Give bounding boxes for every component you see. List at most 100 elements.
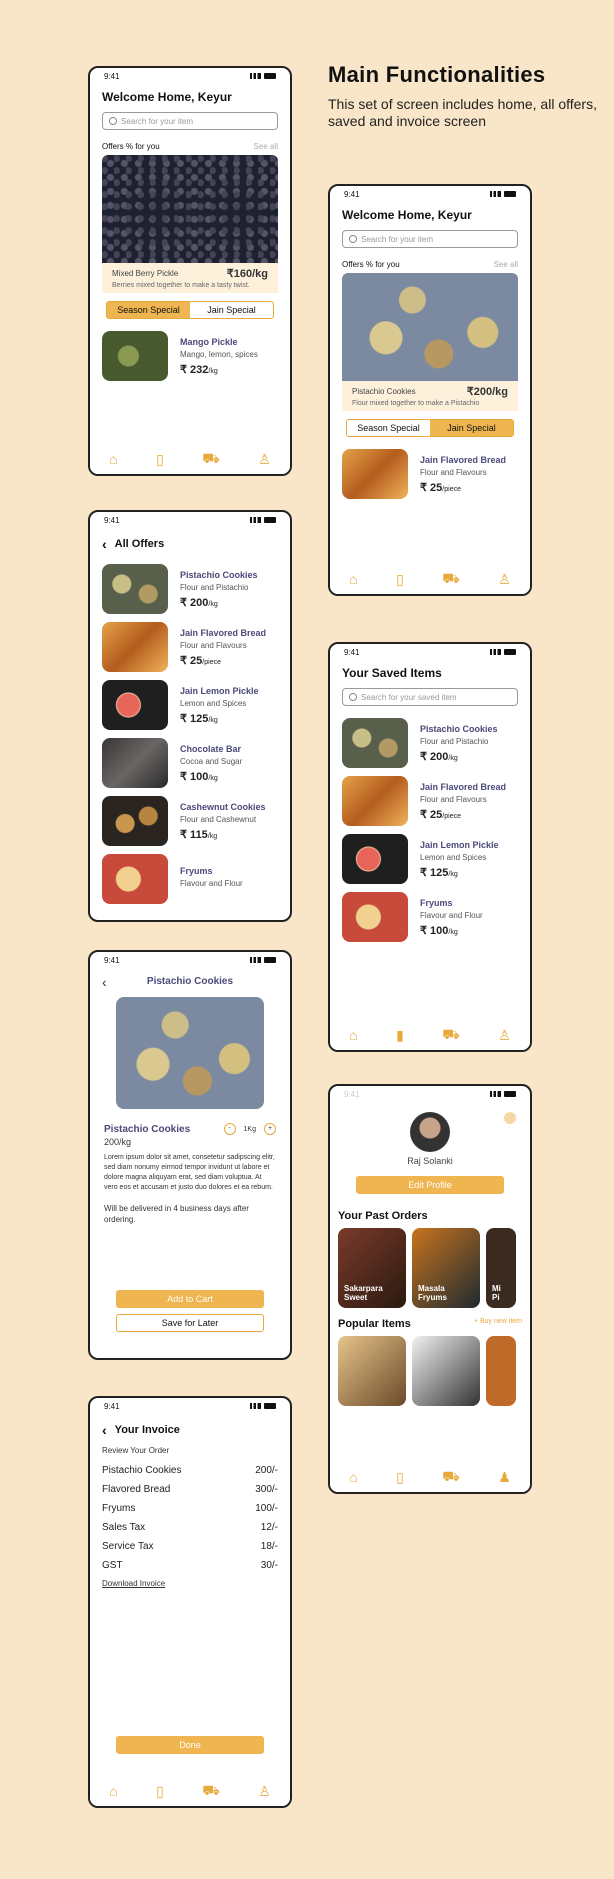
user-icon[interactable]: ♙ <box>258 1783 271 1800</box>
popular-list <box>330 1336 530 1406</box>
user-icon[interactable]: ♙ <box>498 571 511 588</box>
item-thumb <box>102 622 168 672</box>
add-to-cart-button[interactable]: Add to Cart <box>116 1290 264 1308</box>
profile-screen: 9:41 Raj Solanki Edit Profile Your Past … <box>328 1084 532 1494</box>
item-desc: Flour and Flavours <box>420 794 487 804</box>
cart-icon[interactable]: ⛟ <box>442 1468 460 1487</box>
invoice-item: Fryums <box>102 1503 136 1514</box>
list-item[interactable]: Jain Lemon Pickle Lemon and Spices ₹ 125/k… <box>330 830 530 888</box>
tab-season-special[interactable]: Season Special <box>347 420 430 436</box>
list-item[interactable]: Jain Lemon Pickle Lemon and Spices ₹ 125/k… <box>90 676 290 734</box>
home-icon[interactable]: ⌂ <box>349 571 357 587</box>
profile-name: Raj Solanki <box>407 1156 453 1166</box>
list-item[interactable]: Jain Flavored Bread Flour and Flavours ₹ 2… <box>330 445 530 503</box>
settings-icon[interactable] <box>504 1112 516 1124</box>
user-icon[interactable]: ♙ <box>498 1027 511 1044</box>
popular-card[interactable] <box>338 1336 406 1406</box>
item-price: ₹ 100 <box>180 770 209 783</box>
bookmark-icon[interactable]: ▮ <box>396 1027 404 1044</box>
invoice-amount: 200/- <box>255 1465 278 1476</box>
list-item[interactable]: Cashewnut Cookies Flour and Cashewnut ₹ 11… <box>90 792 290 850</box>
plus-icon[interactable]: + <box>264 1123 276 1135</box>
user-icon[interactable]: ♙ <box>258 451 271 468</box>
list-item[interactable]: Pistachio Cookies Flour and Pistachio ₹ 20… <box>330 714 530 772</box>
bottom-nav: ⌂ ▮ ⛟ ♙ <box>330 1020 530 1050</box>
bookmark-icon[interactable]: ▯ <box>396 1469 404 1486</box>
item-price: ₹ 100 <box>420 924 449 937</box>
item-desc: Lemon and Spices <box>180 698 247 708</box>
saved-list: Pistachio Cookies Flour and Pistachio ₹ 20… <box>330 714 530 946</box>
past-orders-list: Sakarpara Sweet Masala Fryums Mi Pi <box>330 1228 530 1308</box>
item-name: Pistachio Cookies <box>180 569 258 580</box>
buy-new-item-link[interactable]: + Buy new item <box>474 1318 522 1330</box>
cart-icon[interactable]: ⛟ <box>442 570 460 589</box>
search-icon <box>109 117 117 125</box>
search-icon <box>349 235 357 243</box>
past-order-card[interactable]: Sakarpara Sweet <box>338 1228 406 1308</box>
tab-season-special[interactable]: Season Special <box>107 302 190 318</box>
home-icon[interactable]: ⌂ <box>349 1027 357 1043</box>
status-bar: 9:41 <box>330 1086 530 1102</box>
see-all-link[interactable]: See all <box>494 260 518 269</box>
download-invoice-link[interactable]: Download Invoice <box>90 1575 290 1592</box>
list-item[interactable]: Jain Flavored Bread Flour and Flavours ₹ 2… <box>330 772 530 830</box>
popular-card[interactable] <box>412 1336 480 1406</box>
item-unit: /kg <box>207 832 218 840</box>
list-item[interactable]: Pistachio Cookies Flour and Pistachio ₹ 20… <box>90 560 290 618</box>
cart-icon[interactable]: ⛟ <box>202 450 220 469</box>
chevron-left-icon[interactable]: ‹ <box>102 974 107 990</box>
offers-list: Pistachio Cookies Flour and Pistachio ₹ 20… <box>90 560 290 908</box>
welcome-title: Welcome Home, Keyur <box>342 208 472 222</box>
status-bar: 9:41 <box>90 1398 290 1414</box>
list-item[interactable]: Mango Pickle Mango, lemon, spices ₹ 232/kg <box>90 327 290 385</box>
list-item[interactable]: Chocolate Bar Cocoa and Sugar ₹ 100/kg <box>90 734 290 792</box>
see-all-link[interactable]: See all <box>254 142 278 151</box>
tab-jain-special[interactable]: Jain Special <box>430 420 513 436</box>
hero-image[interactable] <box>342 273 518 381</box>
bookmark-icon[interactable]: ▯ <box>156 1783 164 1800</box>
popular-card[interactable] <box>486 1336 516 1406</box>
screen-title: Pistachio Cookies <box>146 976 234 987</box>
screen-title: Your Invoice <box>114 1424 180 1436</box>
search-input[interactable]: Search for your item <box>102 112 278 130</box>
bookmark-icon[interactable]: ▯ <box>156 451 164 468</box>
hero-image[interactable] <box>102 155 278 263</box>
invoice-row: Pistachio Cookies 200/- <box>90 1461 290 1480</box>
quantity-stepper: -1Kg + <box>223 1123 276 1135</box>
save-for-later-button[interactable]: Save for Later <box>116 1314 264 1332</box>
home-icon[interactable]: ⌂ <box>109 1783 117 1799</box>
search-input[interactable]: Search for your saved item <box>342 688 518 706</box>
cart-icon[interactable]: ⛟ <box>202 1782 220 1801</box>
status-bar: 9:41 <box>90 512 290 528</box>
item-unit: /kg <box>448 928 458 936</box>
saved-screen: 9:41 Your Saved Items Search for your sa… <box>328 642 532 1052</box>
avatar <box>410 1112 450 1152</box>
home-icon[interactable]: ⌂ <box>349 1469 357 1485</box>
status-icons <box>490 1091 516 1097</box>
chevron-left-icon[interactable]: ‹ <box>102 1422 107 1438</box>
item-desc: Flour and Flavours <box>420 467 487 477</box>
edit-profile-button[interactable]: Edit Profile <box>356 1176 504 1194</box>
user-icon[interactable]: ♟ <box>498 1469 511 1486</box>
done-button[interactable]: Done <box>116 1736 264 1754</box>
time: 9:41 <box>104 71 120 81</box>
page-heading: Main Functionalities This set of screen … <box>328 62 598 130</box>
past-order-card[interactable]: Masala Fryums <box>412 1228 480 1308</box>
chevron-left-icon[interactable]: ‹ <box>102 536 107 552</box>
search-input[interactable]: Search for your item <box>342 230 518 248</box>
item-unit: /piece <box>202 658 221 666</box>
item-thumb <box>342 892 408 942</box>
list-item[interactable]: Fryums Flavour and Flour ₹ 100/kg <box>330 888 530 946</box>
home-icon[interactable]: ⌂ <box>109 451 117 467</box>
item-price: ₹ 115 <box>180 828 208 841</box>
list-item[interactable]: Jain Flavored Bread Flour and Flavours ₹ 2… <box>90 618 290 676</box>
minus-icon[interactable]: - <box>223 1123 236 1135</box>
item-name: Pistachio Cookies <box>420 723 498 734</box>
bookmark-icon[interactable]: ▯ <box>396 571 404 588</box>
past-order-card[interactable]: Mi Pi <box>486 1228 516 1308</box>
status-bar: 9:41 <box>330 644 530 660</box>
item-thumb <box>102 854 168 904</box>
tab-jain-special[interactable]: Jain Special <box>190 302 273 318</box>
cart-icon[interactable]: ⛟ <box>442 1026 460 1045</box>
list-item[interactable]: Fryums Flavour and Flour <box>90 850 290 908</box>
